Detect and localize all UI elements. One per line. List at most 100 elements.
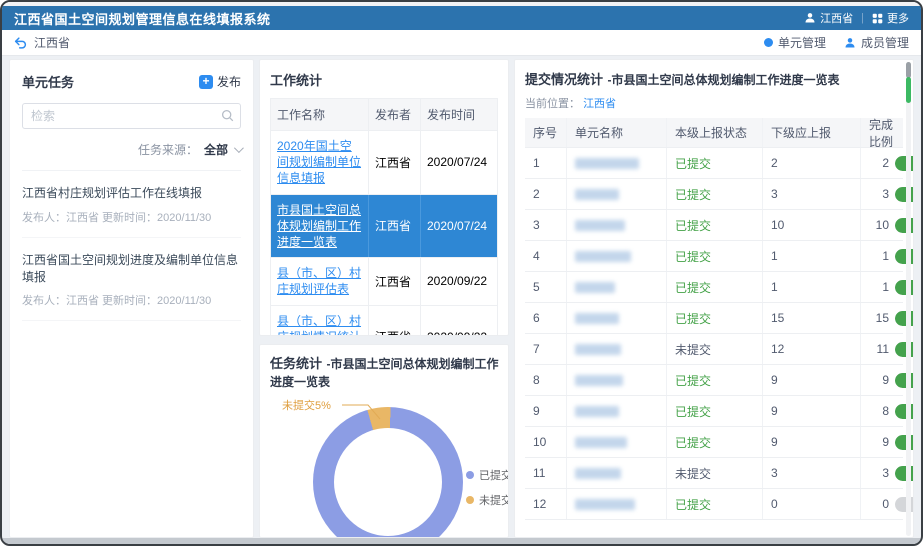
report-status: 已提交 — [675, 248, 711, 265]
submission-table-row[interactable]: 4 已提交 1 1 100% — [525, 241, 903, 272]
subordinate-due: 9 — [763, 427, 861, 457]
back-button[interactable]: 江西省 — [14, 34, 70, 51]
report-status: 已提交 — [675, 310, 711, 327]
submission-table-row[interactable]: 5 已提交 1 1 100% — [525, 272, 903, 303]
unit-tasks-title: 单元任务 — [22, 72, 74, 91]
submission-table-row[interactable]: 1 已提交 2 2 100% — [525, 148, 903, 179]
subordinate-due: 12 — [763, 334, 861, 364]
submission-table-row[interactable]: 2 已提交 3 3 100% — [525, 179, 903, 210]
work-table-row[interactable]: 县（市、区）村庄规划情况统计表 江西省 2020/09/22 — [271, 306, 497, 337]
work-publish-date: 2020/07/24 — [421, 195, 497, 258]
col-report-status: 本级上报状态 — [667, 118, 763, 147]
subordinate-done: 9 — [869, 373, 889, 387]
col-subordinate-due: 下级应上报 — [763, 118, 861, 147]
unit-tasks-panel: 单元任务 + 发布 任务来源： 全部 江西省村庄规划评估工作在线填报 发布人：江… — [9, 59, 254, 538]
legend-item[interactable]: 未提交 — [466, 492, 509, 508]
legend-item[interactable]: 已提交 — [466, 467, 509, 483]
subordinate-due: 2 — [763, 148, 861, 178]
subordinate-due: 3 — [763, 458, 861, 488]
user-menu[interactable]: 江西省 — [804, 10, 853, 26]
submission-table-row[interactable]: 7 未提交 12 11 92% — [525, 334, 903, 365]
progress-bar: 100% — [895, 311, 914, 326]
submission-table-row[interactable]: 8 已提交 9 9 100% — [525, 365, 903, 396]
row-seq: 11 — [525, 458, 567, 488]
donut-chart: 未提交5% 已提交95% 已提交 未提交 — [270, 395, 509, 538]
back-icon — [14, 37, 27, 49]
submission-table-row[interactable]: 3 已提交 10 10 100% — [525, 210, 903, 241]
unsubmitted-label: 未提交5% — [282, 397, 331, 413]
report-status: 已提交 — [675, 403, 711, 420]
search-icon[interactable] — [221, 109, 234, 122]
progress-bar: 100% — [895, 466, 914, 481]
publish-button[interactable]: + 发布 — [199, 73, 241, 90]
submission-table-row[interactable]: 9 已提交 9 8 89% — [525, 396, 903, 427]
unit-name-redacted — [575, 158, 639, 169]
subordinate-due: 3 — [763, 179, 861, 209]
unit-name-redacted — [575, 282, 615, 293]
main-content: 单元任务 + 发布 任务来源： 全部 江西省村庄规划评估工作在线填报 发布人：江… — [2, 56, 921, 538]
progress-bar: 100% — [895, 373, 914, 388]
work-name-link[interactable]: 2020年国土空间规划编制单位信息填报 — [277, 138, 362, 187]
work-table-row[interactable]: 2020年国土空间规划编制单位信息填报 江西省 2020/07/24 — [271, 131, 497, 195]
subordinate-done: 15 — [869, 311, 889, 325]
scrollbar-cap — [906, 62, 911, 78]
unit-name-redacted — [575, 220, 625, 231]
task-source-label: 任务来源： — [138, 141, 198, 158]
work-name-link[interactable]: 县（市、区）村庄规划情况统计表 — [277, 313, 362, 337]
work-stats-title: 工作统计 — [270, 70, 498, 89]
submission-table-row[interactable]: 11 未提交 3 3 100% — [525, 458, 903, 489]
unit-management-button[interactable]: 单元管理 — [764, 34, 826, 51]
unit-name-redacted — [575, 406, 619, 417]
row-seq: 9 — [525, 396, 567, 426]
scrollbar-thumb[interactable] — [906, 77, 911, 103]
work-publisher: 江西省 — [369, 306, 421, 337]
progress-bar: 100% — [895, 156, 914, 171]
publish-label: 发布 — [217, 73, 241, 90]
row-seq: 12 — [525, 489, 567, 519]
subordinate-due: 15 — [763, 303, 861, 333]
subordinate-done: 3 — [869, 466, 889, 480]
task-source-select[interactable]: 全部 — [204, 141, 228, 158]
submission-table-row[interactable]: 12 已提交 0 0 0% — [525, 489, 903, 520]
sub-toolbar: 江西省 单元管理 成员管理 — [2, 30, 921, 56]
subordinate-due: 1 — [763, 272, 861, 302]
progress-bar: 0% — [895, 497, 914, 512]
subordinate-done: 1 — [869, 249, 889, 263]
progress-percent: 100% — [895, 373, 914, 388]
work-name-link[interactable]: 县（市、区）村庄规划评估表 — [277, 265, 362, 297]
more-menu[interactable]: 更多 — [872, 10, 909, 26]
task-title: 江西省国土空间规划进度及编制单位信息填报 — [22, 252, 241, 286]
progress-bar: 100% — [895, 435, 914, 450]
subordinate-done: 0 — [869, 497, 889, 511]
row-seq: 10 — [525, 427, 567, 457]
col-unit-name: 单元名称 — [567, 118, 667, 147]
submission-table-row[interactable]: 6 已提交 15 15 100% — [525, 303, 903, 334]
progress-percent: 89% — [895, 404, 914, 419]
subordinate-done: 1 — [869, 280, 889, 294]
submission-stats-panel: 提交情况统计 -市县国土空间总体规划编制工作进度一览表 当前位置： 江西省 序号… — [514, 59, 914, 538]
task-search-input[interactable] — [22, 103, 241, 129]
chevron-down-icon[interactable] — [234, 143, 244, 153]
unit-dot-icon — [764, 38, 773, 47]
task-list-item[interactable]: 江西省村庄规划评估工作在线填报 发布人：江西省 更新时间：2020/11/30 — [22, 171, 241, 238]
progress-percent: 100% — [895, 311, 914, 326]
member-management-label: 成员管理 — [861, 34, 909, 51]
work-name-link[interactable]: 市县国土空间总体规划编制工作进度一览表 — [277, 202, 362, 251]
row-seq: 8 — [525, 365, 567, 395]
work-publisher: 江西省 — [369, 131, 421, 194]
submission-table-row[interactable]: 10 已提交 9 9 100% — [525, 427, 903, 458]
task-list-item[interactable]: 江西省国土空间规划进度及编制单位信息填报 发布人：江西省 更新时间：2020/1… — [22, 238, 241, 322]
location-link[interactable]: 江西省 — [583, 98, 616, 110]
header-divider: | — [861, 12, 864, 24]
unit-name-redacted — [575, 313, 619, 324]
location-label: 当前位置： — [525, 98, 580, 110]
window-bottom-edge — [2, 538, 921, 544]
vertical-scrollbar[interactable] — [906, 62, 911, 536]
user-name: 江西省 — [820, 10, 853, 26]
work-table-row[interactable]: 市县国土空间总体规划编制工作进度一览表 江西省 2020/07/24 — [271, 195, 497, 259]
legend-dot-icon — [466, 471, 474, 479]
breadcrumb: 江西省 — [34, 34, 70, 51]
member-management-button[interactable]: 成员管理 — [844, 34, 909, 51]
work-publisher: 江西省 — [369, 258, 421, 304]
work-table-row[interactable]: 县（市、区）村庄规划评估表 江西省 2020/09/22 — [271, 258, 497, 305]
